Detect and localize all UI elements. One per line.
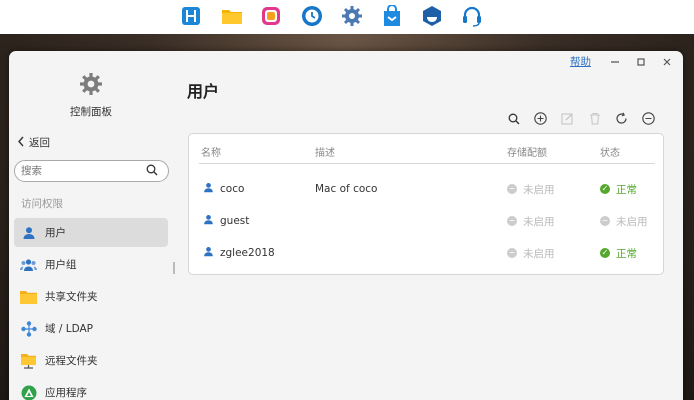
user-icon xyxy=(203,246,214,260)
user-name-cell: zglee2018 xyxy=(203,237,275,269)
column-header-description[interactable]: 描述 xyxy=(315,144,335,159)
section-label-access: 访问权限 xyxy=(21,198,63,210)
collapse-icon[interactable] xyxy=(642,112,655,125)
table-row[interactable]: coco Mac of coco − 未启用 ✓ 正常 xyxy=(189,173,663,205)
sidebar-item-groups[interactable]: 用户组 xyxy=(14,250,168,279)
quota-cell: − 未启用 xyxy=(507,237,555,269)
sidebar-item-users[interactable]: 用户 xyxy=(14,218,168,247)
sidebar-item-label: 应用程序 xyxy=(45,387,87,399)
top-bar xyxy=(0,0,694,34)
search-box xyxy=(14,160,169,182)
user-icon xyxy=(20,224,37,241)
quota-cell: − 未启用 xyxy=(507,173,555,205)
user-name-cell: guest xyxy=(203,205,249,237)
delete-icon[interactable] xyxy=(588,112,601,125)
sidebar-item-label: 用户 xyxy=(45,227,66,239)
backup-app-icon[interactable] xyxy=(301,5,323,27)
back-label: 返回 xyxy=(29,137,50,149)
app-dock xyxy=(0,5,694,31)
status-value: 正常 xyxy=(616,183,637,196)
sidebar-scrollbar[interactable] xyxy=(173,262,175,274)
docker-app-icon[interactable] xyxy=(421,5,443,27)
table-row[interactable]: zglee2018 − 未启用 ✓ 正常 xyxy=(189,237,663,269)
sidebar-nav: 用户 用户组 共享文件夹 域 / LDAP 远程文件夹 应用程序 xyxy=(14,218,168,400)
user-description: Mac of coco xyxy=(315,183,378,195)
quota-value: 未启用 xyxy=(523,215,555,228)
quota-value: 未启用 xyxy=(523,183,555,196)
refresh-icon[interactable] xyxy=(615,112,628,125)
search-input[interactable] xyxy=(21,165,146,177)
user-name: coco xyxy=(220,183,245,195)
quota-value: 未启用 xyxy=(523,247,555,260)
page-title: 用户 xyxy=(187,82,220,101)
minus-circle-icon: − xyxy=(600,216,610,226)
sidebar-item-label: 用户组 xyxy=(45,259,77,271)
domain-icon xyxy=(20,320,37,337)
photos-app-icon[interactable] xyxy=(260,5,282,27)
group-icon xyxy=(20,256,37,273)
sidebar-item-applications[interactable]: 应用程序 xyxy=(14,378,168,400)
file-manager-icon[interactable] xyxy=(180,5,202,27)
toolbar xyxy=(507,112,655,125)
sidebar-item-label: 共享文件夹 xyxy=(45,291,98,303)
user-icon xyxy=(203,214,214,228)
user-name: guest xyxy=(220,215,250,227)
column-header-status[interactable]: 状态 xyxy=(600,144,620,159)
minus-circle-icon: − xyxy=(507,248,517,258)
edit-icon[interactable] xyxy=(561,112,574,125)
minus-circle-icon: − xyxy=(507,184,517,194)
settings-app-icon[interactable] xyxy=(341,5,363,27)
sidebar-item-label: 远程文件夹 xyxy=(45,355,98,367)
status-value: 正常 xyxy=(616,247,637,260)
status-cell: − 未启用 xyxy=(600,205,648,237)
sidebar-item-domain-ldap[interactable]: 域 / LDAP xyxy=(14,314,168,343)
control-panel-gear-icon xyxy=(79,72,103,99)
column-header-quota[interactable]: 存储配额 xyxy=(507,144,547,159)
minus-circle-icon: − xyxy=(507,216,517,226)
folder-app-icon[interactable] xyxy=(221,5,243,27)
status-value: 未启用 xyxy=(616,215,648,228)
support-app-icon[interactable] xyxy=(461,5,483,27)
column-header-name[interactable]: 名称 xyxy=(201,144,221,159)
sidebar-item-remote-folders[interactable]: 远程文件夹 xyxy=(14,346,168,375)
status-cell: ✓ 正常 xyxy=(600,237,637,269)
main-content: 用户 名称 描述 存储配额 状态 coco Mac of coco − 未启用 … xyxy=(179,51,683,400)
check-circle-icon: ✓ xyxy=(600,248,610,258)
header-divider xyxy=(199,163,655,164)
back-button[interactable]: 返回 xyxy=(17,135,50,150)
users-table: 名称 描述 存储配额 状态 coco Mac of coco − 未启用 ✓ 正… xyxy=(188,133,664,275)
sidebar: 控制面板 返回 访问权限 用户 xyxy=(9,51,179,400)
sidebar-item-shared-folders[interactable]: 共享文件夹 xyxy=(14,282,168,311)
table-header: 名称 描述 存储配额 状态 xyxy=(189,134,663,164)
table-row[interactable]: guest − 未启用 − 未启用 xyxy=(189,205,663,237)
remote-folder-icon xyxy=(20,352,37,369)
folder-icon xyxy=(20,288,37,305)
user-name: zglee2018 xyxy=(220,247,275,259)
store-app-icon[interactable] xyxy=(381,5,403,27)
sidebar-item-label: 域 / LDAP xyxy=(45,323,93,335)
chevron-left-icon xyxy=(17,136,25,150)
search-icon[interactable] xyxy=(146,164,158,179)
add-icon[interactable] xyxy=(534,112,547,125)
status-cell: ✓ 正常 xyxy=(600,173,637,205)
app-icon xyxy=(20,384,37,400)
control-panel-window: 帮助 控制面板 返回 访问权限 xyxy=(9,51,683,400)
user-icon xyxy=(203,182,214,196)
check-circle-icon: ✓ xyxy=(600,184,610,194)
user-name-cell: coco xyxy=(203,173,244,205)
quota-cell: − 未启用 xyxy=(507,205,555,237)
control-panel-title: 控制面板 xyxy=(70,106,112,118)
search-icon[interactable] xyxy=(507,112,520,125)
